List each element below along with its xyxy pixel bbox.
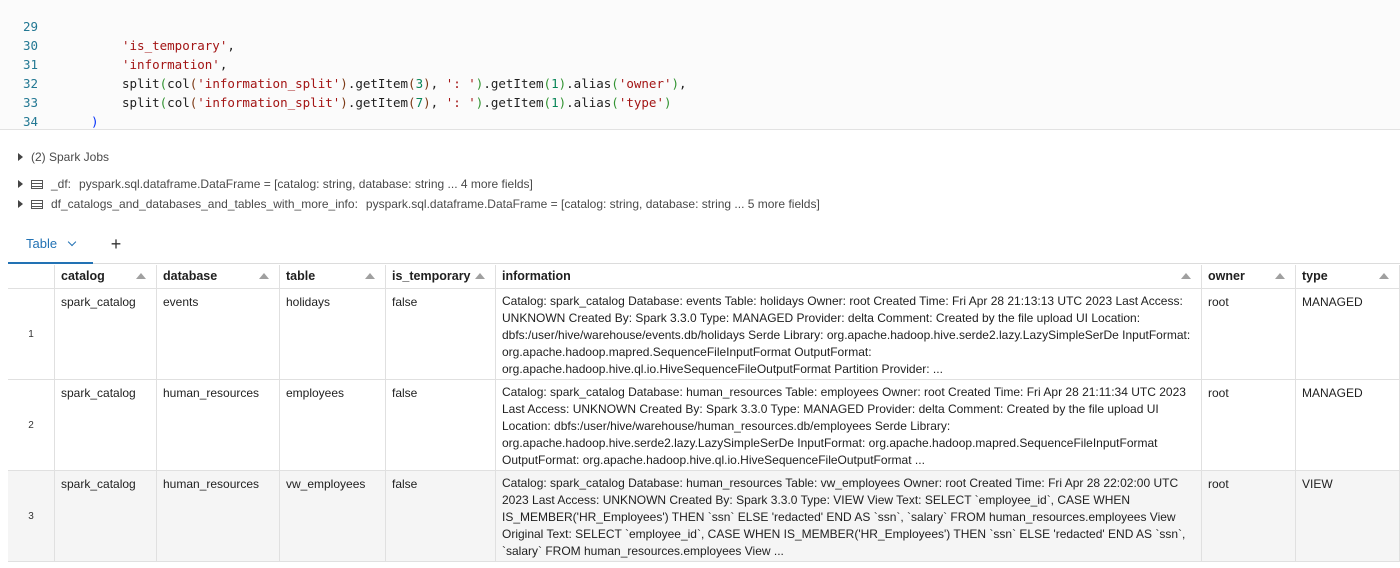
cell-database[interactable]: events [157, 289, 280, 379]
cell-type[interactable]: VIEW [1296, 471, 1400, 561]
cell-type[interactable]: MANAGED [1296, 289, 1400, 379]
dataframe-type: pyspark.sql.dataframe.DataFrame = [catal… [79, 177, 533, 191]
cell-owner[interactable]: root [1202, 471, 1296, 561]
cell-database[interactable]: human_resources [157, 471, 280, 561]
table-row[interactable]: 3 spark_catalog human_resources vw_emplo… [8, 471, 1400, 562]
result-table[interactable]: catalog database table is_temporary info… [8, 265, 1400, 568]
cell-table[interactable]: holidays [280, 289, 386, 379]
expand-caret-icon[interactable] [18, 153, 23, 161]
sort-icon[interactable] [1379, 272, 1389, 279]
column-header-information[interactable]: information [496, 265, 1202, 288]
column-header-is-temporary[interactable]: is_temporary [386, 265, 496, 288]
dataframe-icon [31, 179, 43, 189]
expand-caret-icon[interactable] [18, 180, 23, 188]
spark-jobs-label: (2) Spark Jobs [31, 150, 110, 164]
tab-label: Table [26, 235, 58, 251]
cell-catalog[interactable]: spark_catalog [55, 289, 157, 379]
column-header-table[interactable]: table [280, 265, 386, 288]
sort-icon[interactable] [365, 272, 375, 279]
column-header-catalog[interactable]: catalog [55, 265, 157, 288]
cell-is-temporary[interactable]: false [386, 380, 496, 470]
dataframe-name: _df: [51, 177, 72, 191]
row-number: 3 [8, 471, 55, 561]
cell-information[interactable]: Catalog: spark_catalog Database: human_r… [496, 380, 1202, 470]
tab-table[interactable]: Table [8, 224, 94, 264]
cell-owner[interactable]: root [1202, 289, 1296, 379]
column-header-type[interactable]: type [1296, 265, 1400, 288]
code-line[interactable]: 34 [0, 93, 1400, 129]
dataframe-type: pyspark.sql.dataframe.DataFrame = [catal… [365, 197, 820, 211]
dataframe-schema-row[interactable]: df_catalogs_and_databases_and_tables_wit… [18, 197, 820, 211]
chevron-down-icon[interactable] [67, 237, 77, 246]
add-visualization-button[interactable]: + [104, 224, 128, 264]
dataframe-name: df_catalogs_and_databases_and_tables_wit… [51, 197, 358, 211]
table-header-row: catalog database table is_temporary info… [8, 265, 1400, 289]
sort-icon[interactable] [136, 272, 146, 279]
code-line[interactable]: 30 'information', [0, 17, 1400, 72]
dataframe-icon [31, 199, 43, 209]
row-number: 1 [8, 289, 55, 379]
column-header-database[interactable]: database [157, 265, 280, 288]
code-editor[interactable]: 29 'is_temporary', 30 'information', 31 … [0, 0, 1400, 130]
row-number-header [8, 265, 55, 288]
code-line[interactable]: 33 ) [0, 74, 1400, 129]
cell-catalog[interactable]: spark_catalog [55, 471, 157, 561]
code-line-active[interactable]: 35 display(df_catalogs_and_databases_and… [0, 112, 1400, 129]
result-tabs: Table + [8, 224, 1400, 264]
cell-is-temporary[interactable]: false [386, 471, 496, 561]
column-header-owner[interactable]: owner [1202, 265, 1296, 288]
sort-icon[interactable] [1275, 272, 1285, 279]
dataframe-schema-row[interactable]: _df: pyspark.sql.dataframe.DataFrame = [… [18, 177, 533, 191]
expand-caret-icon[interactable] [18, 200, 23, 208]
cell-table[interactable]: vw_employees [280, 471, 386, 561]
cell-information[interactable]: Catalog: spark_catalog Database: human_r… [496, 471, 1202, 561]
code-line[interactable]: 29 'is_temporary', [0, 0, 1400, 53]
cell-information[interactable]: Catalog: spark_catalog Database: events … [496, 289, 1202, 379]
cell-database[interactable]: human_resources [157, 380, 280, 470]
cell-type[interactable]: MANAGED [1296, 380, 1400, 470]
code-line[interactable]: 32 split(col('information_split').getIte… [0, 55, 1400, 110]
table-row[interactable]: 2 spark_catalog human_resources employee… [8, 380, 1400, 471]
row-number: 2 [8, 380, 55, 470]
sort-icon[interactable] [1181, 272, 1191, 279]
cell-table[interactable]: employees [280, 380, 386, 470]
table-row[interactable]: 1 spark_catalog events holidays false Ca… [8, 289, 1400, 380]
cell-catalog[interactable]: spark_catalog [55, 380, 157, 470]
sort-icon[interactable] [475, 272, 485, 279]
sort-icon[interactable] [259, 272, 269, 279]
code-line[interactable]: 31 split(col('information_split').getIte… [0, 36, 1400, 91]
cell-owner[interactable]: root [1202, 380, 1296, 470]
spark-jobs-toggle[interactable]: (2) Spark Jobs [18, 150, 109, 164]
cell-is-temporary[interactable]: false [386, 289, 496, 379]
